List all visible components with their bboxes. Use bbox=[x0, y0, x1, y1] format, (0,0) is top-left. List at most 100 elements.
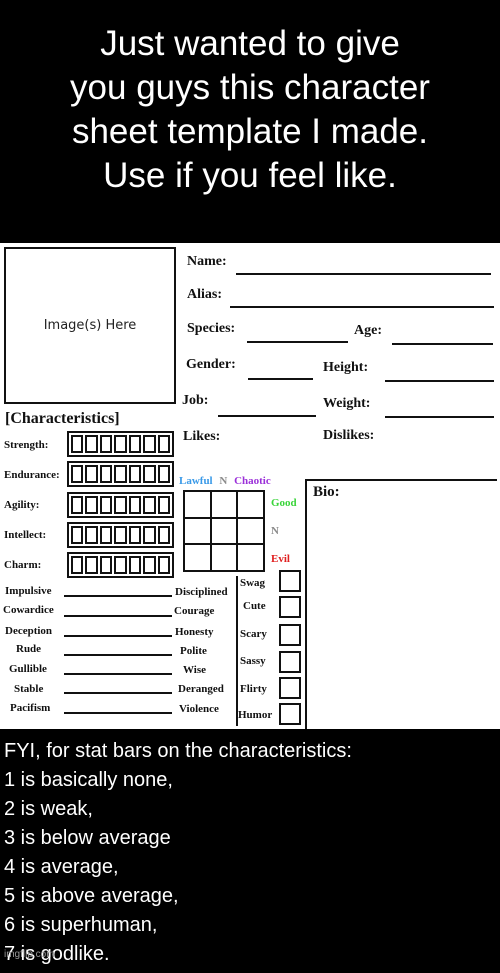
stat-cell[interactable] bbox=[114, 526, 127, 544]
alignment-cell-lawful-evil[interactable] bbox=[184, 544, 211, 571]
watermark: imgflip.com bbox=[4, 949, 55, 960]
likes-label: Likes: bbox=[183, 429, 221, 444]
image-placeholder-label: Image(s) Here bbox=[43, 318, 137, 333]
stat-bar-charm[interactable] bbox=[67, 552, 174, 578]
trait-slider-line[interactable] bbox=[64, 654, 172, 656]
stat-cell[interactable] bbox=[128, 465, 142, 483]
stat-cell[interactable] bbox=[114, 496, 127, 514]
top-caption: Just wanted to give you guys this charac… bbox=[0, 0, 500, 243]
stat-label-agility: Agility: bbox=[4, 499, 40, 511]
alignment-cell-lawful-neutral[interactable] bbox=[184, 517, 211, 545]
stat-cell[interactable] bbox=[114, 556, 127, 574]
stat-cell[interactable] bbox=[143, 526, 156, 544]
stat-bar-agility[interactable] bbox=[67, 492, 174, 518]
stat-cell[interactable] bbox=[71, 556, 84, 574]
height-label: Height: bbox=[323, 360, 369, 375]
stat-cell[interactable] bbox=[71, 526, 84, 544]
top-caption-line: Use if you feel like. bbox=[103, 156, 397, 195]
alignment-cell-chaotic-neutral[interactable] bbox=[237, 517, 264, 545]
species-line bbox=[247, 341, 348, 343]
alignment-cell-neutral-good[interactable] bbox=[210, 491, 238, 518]
stat-cell[interactable] bbox=[99, 496, 113, 514]
stat-cell[interactable] bbox=[128, 556, 142, 574]
stat-cell[interactable] bbox=[143, 496, 156, 514]
name-line bbox=[236, 273, 491, 275]
mood-checkbox-flirty[interactable] bbox=[279, 677, 301, 699]
trait-slider-line[interactable] bbox=[64, 673, 172, 675]
stat-cell[interactable] bbox=[128, 496, 142, 514]
bottom-caption-line: 3 is below average bbox=[4, 827, 171, 849]
alignment-header: Lawful N Chaotic bbox=[179, 475, 271, 487]
top-caption-line: Just wanted to give bbox=[100, 24, 400, 63]
stat-bar-endurance[interactable] bbox=[67, 461, 174, 487]
stat-cell[interactable] bbox=[114, 465, 127, 483]
bottom-caption-line: 6 is superhuman, bbox=[4, 914, 158, 936]
trait-left-label: Pacifism bbox=[10, 702, 51, 714]
top-caption-line: you guys this character bbox=[70, 68, 430, 107]
trait-left-label: Stable bbox=[14, 683, 44, 695]
trait-slider-line[interactable] bbox=[64, 712, 172, 714]
mood-label-sassy: Sassy bbox=[240, 655, 266, 667]
alignment-cell-neutral-evil[interactable] bbox=[210, 544, 238, 571]
stat-cell[interactable] bbox=[85, 526, 98, 544]
stat-cell[interactable] bbox=[157, 556, 170, 574]
mood-label-scary: Scary bbox=[240, 628, 267, 640]
trait-slider-line[interactable] bbox=[64, 615, 172, 617]
alignment-row-neutral: N bbox=[271, 525, 279, 537]
bottom-caption: FYI, for stat bars on the characteristic… bbox=[0, 729, 500, 973]
stat-cell[interactable] bbox=[128, 526, 142, 544]
mood-label-cute: Cute bbox=[243, 600, 266, 612]
mood-checkbox-swag[interactable] bbox=[279, 570, 301, 592]
stat-cell[interactable] bbox=[157, 526, 170, 544]
mood-checkbox-sassy[interactable] bbox=[279, 651, 301, 673]
stat-cell[interactable] bbox=[157, 465, 170, 483]
stat-cell[interactable] bbox=[157, 496, 170, 514]
stat-cell[interactable] bbox=[85, 465, 98, 483]
stat-cell[interactable] bbox=[157, 435, 170, 453]
stat-cell[interactable] bbox=[143, 435, 156, 453]
trait-right-label: Violence bbox=[179, 703, 219, 715]
age-line bbox=[392, 343, 493, 345]
trait-right-label: Wise bbox=[183, 664, 207, 676]
species-label: Species: bbox=[187, 321, 236, 336]
stat-cell[interactable] bbox=[99, 556, 113, 574]
stat-cell[interactable] bbox=[99, 526, 113, 544]
stat-bar-strength[interactable] bbox=[67, 431, 174, 457]
alignment-cell-lawful-good[interactable] bbox=[184, 491, 211, 518]
stat-cell[interactable] bbox=[143, 556, 156, 574]
alignment-col-neutral: N bbox=[219, 475, 228, 487]
mood-checkbox-humor[interactable] bbox=[279, 703, 301, 725]
trait-slider-line[interactable] bbox=[64, 595, 172, 597]
stat-cell[interactable] bbox=[143, 465, 156, 483]
bottom-caption-line: 2 is weak, bbox=[4, 798, 93, 820]
stat-cell[interactable] bbox=[85, 496, 98, 514]
alignment-grid bbox=[183, 490, 265, 572]
alignment-cell-chaotic-evil[interactable] bbox=[237, 544, 264, 571]
bio-box[interactable] bbox=[305, 479, 497, 729]
stat-cell[interactable] bbox=[71, 465, 84, 483]
stat-cell[interactable] bbox=[85, 435, 98, 453]
trait-right-label: Courage bbox=[174, 605, 215, 617]
stat-cell[interactable] bbox=[99, 465, 113, 483]
job-line bbox=[218, 415, 316, 417]
stat-cell[interactable] bbox=[114, 435, 127, 453]
alignment-row-evil: Evil bbox=[271, 553, 290, 565]
alignment-col-chaotic: Chaotic bbox=[234, 475, 271, 487]
stat-cell[interactable] bbox=[71, 496, 84, 514]
stat-cell[interactable] bbox=[128, 435, 142, 453]
stat-bar-intellect[interactable] bbox=[67, 522, 174, 548]
stat-cell[interactable] bbox=[71, 435, 84, 453]
bottom-caption-line: 7 is godlike. bbox=[4, 943, 110, 965]
alignment-cell-chaotic-good[interactable] bbox=[237, 491, 264, 518]
trait-slider-line[interactable] bbox=[64, 635, 172, 637]
alignment-cell-true-neutral[interactable] bbox=[210, 517, 238, 545]
stat-cell[interactable] bbox=[99, 435, 113, 453]
mood-checkbox-cute[interactable] bbox=[279, 596, 301, 618]
mood-checkbox-scary[interactable] bbox=[279, 624, 301, 646]
alias-label: Alias: bbox=[187, 287, 222, 302]
trait-slider-line[interactable] bbox=[64, 692, 172, 694]
job-label: Job: bbox=[182, 393, 209, 408]
image-placeholder-box: Image(s) Here bbox=[4, 247, 176, 404]
weight-line bbox=[385, 416, 494, 418]
stat-cell[interactable] bbox=[85, 556, 98, 574]
